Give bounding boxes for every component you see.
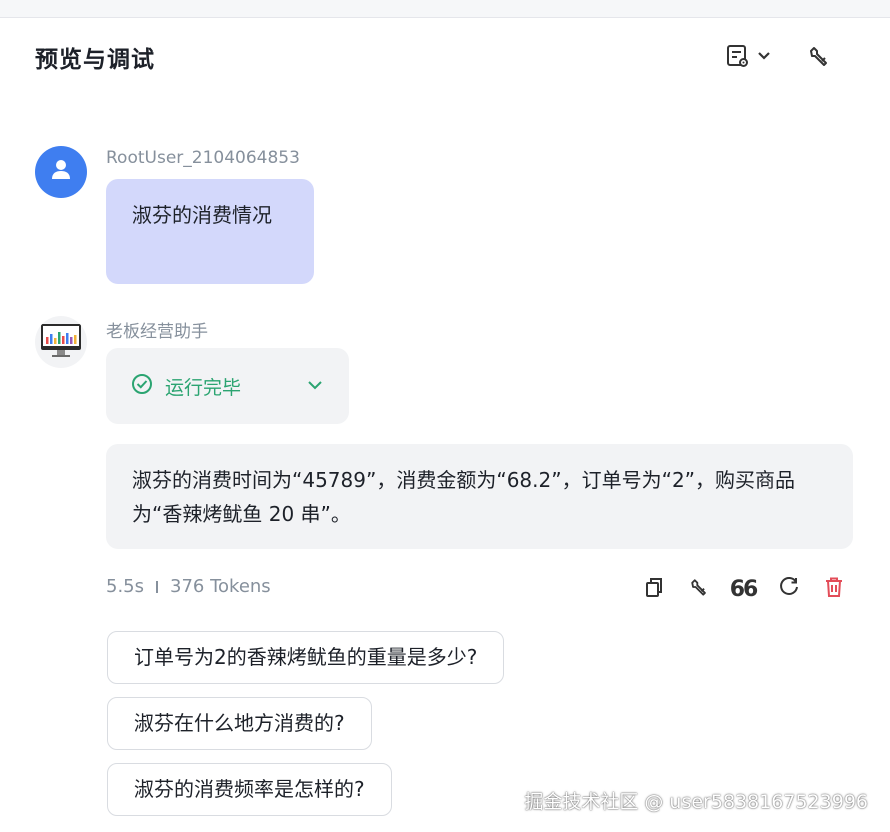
- user-avatar: [35, 146, 87, 198]
- suggested-question[interactable]: 淑芬在什么地方消费的?: [107, 697, 372, 750]
- run-status-card[interactable]: 运行完毕: [106, 348, 349, 424]
- quote-icon: 66: [729, 576, 759, 602]
- copy-button[interactable]: [641, 576, 667, 602]
- copy-icon: [643, 576, 665, 602]
- user-message-bubble: 淑芬的消费情况: [106, 179, 314, 284]
- person-icon: [51, 159, 71, 185]
- run-status-label: 运行完毕: [165, 376, 242, 399]
- response-meta: 5.5s 376 Tokens: [106, 576, 271, 597]
- debug-settings-button[interactable]: [806, 40, 832, 72]
- chevron-down-icon: [307, 376, 323, 395]
- page-title: 预览与调试: [35, 47, 155, 73]
- assistant-name: 老板经营助手: [106, 322, 208, 342]
- chevron-down-icon: [757, 51, 771, 61]
- log-menu-button[interactable]: [725, 40, 771, 72]
- watermark: 掘金技术社区 @ user5838167523996: [524, 791, 868, 813]
- trash-icon: [823, 576, 845, 602]
- username: RootUser_2104064853: [106, 148, 300, 168]
- monitor-chart-icon: [38, 320, 84, 364]
- document-settings-icon: [725, 43, 751, 69]
- meta-divider: [156, 580, 159, 593]
- assistant-answer: 淑芬的消费时间为“45789”，消费金额为“68.2”，订单号为“2”，购买商品…: [106, 444, 853, 549]
- tool-details-button[interactable]: [686, 576, 712, 602]
- delete-button[interactable]: [821, 576, 847, 602]
- quote-button[interactable]: 66: [729, 576, 759, 602]
- refresh-icon: [778, 576, 800, 602]
- wrench-icon: [688, 576, 710, 602]
- check-circle-icon: [131, 373, 153, 399]
- regenerate-button[interactable]: [776, 576, 802, 602]
- token-count: 376 Tokens: [170, 576, 271, 597]
- suggested-question[interactable]: 订单号为2的香辣烤鱿鱼的重量是多少?: [107, 631, 505, 684]
- top-strip: [0, 0, 890, 18]
- wrench-icon: [806, 43, 832, 69]
- suggested-question[interactable]: 淑芬的消费频率是怎样的?: [107, 763, 392, 816]
- response-duration: 5.5s: [106, 576, 145, 597]
- bot-avatar: [35, 316, 87, 368]
